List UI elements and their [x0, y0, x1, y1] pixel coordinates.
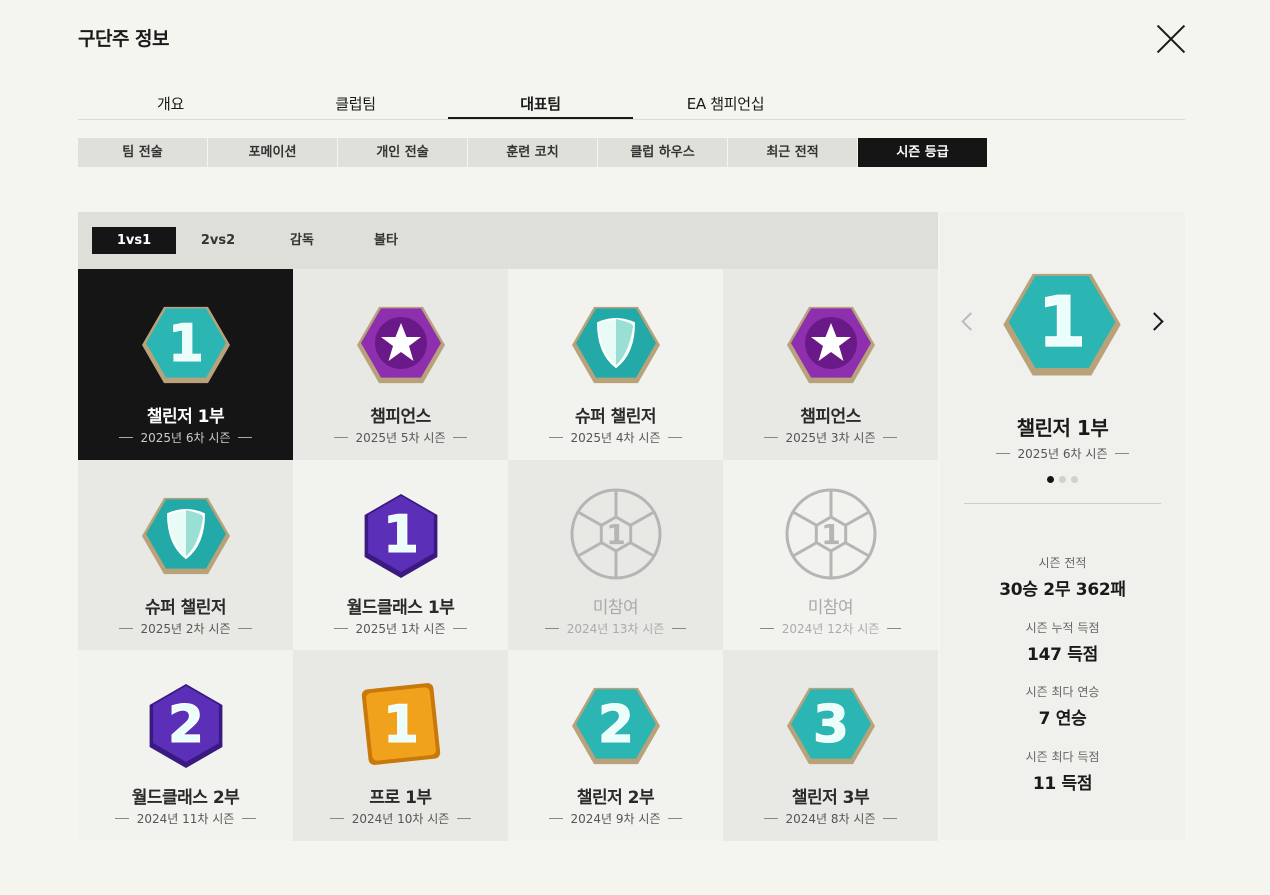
rank-name: 미참여 [807, 597, 854, 618]
svg-text:1: 1 [382, 695, 418, 755]
rank-badge-icon [356, 306, 445, 384]
sub-tabs: 팀 전술 포메이션 개인 전술 훈련 코치 클럽 하우스 최근 전적 시즌 등급 [78, 138, 988, 167]
divider [964, 503, 1161, 504]
season-grid-panel: 1vs1 2vs2 감독 볼타 1 챌린저 1부 2025년 6차 시즌 챔피언… [78, 212, 938, 841]
season-card[interactable]: 1 월드클래스 1부 2025년 1차 시즌 [293, 459, 508, 650]
carousel-dot[interactable] [1071, 476, 1078, 483]
season-grid: 1 챌린저 1부 2025년 6차 시즌 챔피언스 2025년 5차 시즌 슈퍼… [78, 269, 938, 841]
rank-badge-icon: 2 [571, 687, 660, 765]
season-label: 2025년 3차 시즌 [723, 429, 938, 446]
mode-2vs2[interactable]: 2vs2 [176, 227, 260, 254]
season-card[interactable]: 1 미참여 2024년 12차 시즌 [723, 459, 938, 650]
stat-win-streak: 시즌 최다 연승 7 연승 [1025, 685, 1100, 729]
season-label: 2025년 6차 시즌 [78, 429, 293, 446]
rank-name: 미참여 [592, 597, 639, 618]
season-label: 2025년 2차 시즌 [78, 620, 293, 637]
rank-badge-icon: 3 [786, 687, 875, 765]
svg-text:1: 1 [1038, 283, 1086, 363]
tab-ea-championship[interactable]: EA 챔피언십 [633, 90, 818, 119]
rank-badge-icon: 1 [570, 488, 661, 579]
mode-volta[interactable]: 볼타 [344, 227, 428, 254]
mode-manager[interactable]: 감독 [260, 227, 344, 254]
season-label: 2024년 13차 시즌 [508, 620, 723, 637]
season-card[interactable]: 슈퍼 챌린저 2025년 2차 시즌 [78, 459, 293, 650]
svg-text:2: 2 [597, 695, 633, 755]
svg-text:1: 1 [167, 314, 203, 374]
owner-info-page: 구단주 정보 개요 클럽팀 대표팀 EA 챔피언십 팀 전술 포메이션 개인 전… [0, 0, 1270, 895]
rank-badge-icon: 1 [785, 488, 876, 579]
season-card[interactable]: 2 월드클래스 2부 2024년 11차 시즌 [78, 650, 293, 841]
mode-1vs1[interactable]: 1vs1 [92, 227, 176, 254]
rank-badge-icon: 1 [364, 493, 437, 578]
main-tabs: 개요 클럽팀 대표팀 EA 챔피언십 [78, 90, 1185, 120]
season-detail-panel: 1 챌린저 1부 2025년 6차 시즌 시즌 전적 30승 2무 362패 시… [940, 212, 1185, 840]
tab-club-team[interactable]: 클럽팀 [263, 90, 448, 119]
stat-season-record: 시즌 전적 30승 2무 362패 [999, 556, 1126, 600]
carousel-dots [940, 476, 1185, 483]
season-label: 2024년 9차 시즌 [508, 810, 723, 827]
svg-text:1: 1 [821, 518, 840, 551]
rank-name: 슈퍼 챌린저 [574, 407, 657, 427]
season-label: 2024년 11차 시즌 [78, 810, 293, 827]
subtab-season-rank[interactable]: 시즌 등급 [858, 138, 988, 167]
rank-badge-icon: 1 [141, 306, 230, 384]
svg-text:3: 3 [812, 695, 848, 755]
season-label: 2025년 4차 시즌 [508, 429, 723, 446]
tab-overview[interactable]: 개요 [78, 90, 263, 119]
season-label: 2025년 1차 시즌 [293, 620, 508, 637]
rank-badge-icon: 1 [1003, 273, 1121, 376]
carousel-dot[interactable] [1047, 476, 1054, 483]
detail-season-label: 2025년 6차 시즌 [940, 445, 1185, 462]
subtab-training-coach[interactable]: 훈련 코치 [468, 138, 598, 167]
rank-name: 월드클래스 2부 [131, 788, 240, 808]
rank-badge-icon: 2 [149, 684, 222, 768]
season-card[interactable]: 1 챌린저 1부 2025년 6차 시즌 [78, 269, 293, 460]
rank-badge-icon [141, 497, 230, 574]
subtab-individual-tactics[interactable]: 개인 전술 [338, 138, 468, 167]
rank-name: 챌린저 3부 [791, 788, 870, 808]
stat-season-goals: 시즌 누적 득점 147 득점 [1025, 621, 1100, 665]
rank-badge-icon [786, 306, 875, 384]
svg-text:1: 1 [382, 505, 418, 565]
rank-badge-icon [571, 306, 660, 384]
rank-badge-icon: 1 [361, 683, 440, 765]
mode-tabs: 1vs1 2vs2 감독 볼타 [78, 212, 938, 269]
season-card[interactable]: 슈퍼 챌린저 2025년 4차 시즌 [508, 269, 723, 460]
rank-name: 챔피언스 [370, 407, 431, 427]
subtab-team-tactics[interactable]: 팀 전술 [78, 138, 208, 167]
season-label: 2024년 12차 시즌 [723, 620, 938, 637]
subtab-formation[interactable]: 포메이션 [208, 138, 338, 167]
rank-name: 챔피언스 [800, 407, 861, 427]
subtab-club-house[interactable]: 클럽 하우스 [598, 138, 728, 167]
close-icon[interactable] [1156, 24, 1186, 54]
subtab-recent-record[interactable]: 최근 전적 [728, 138, 858, 167]
rank-name: 챌린저 2부 [576, 788, 655, 808]
season-card[interactable]: 1 미참여 2024년 13차 시즌 [508, 459, 723, 650]
stat-max-goals: 시즌 최다 득점 11 득점 [1025, 750, 1100, 794]
svg-text:1: 1 [606, 518, 625, 551]
carousel-dot[interactable] [1059, 476, 1066, 483]
prev-arrow-icon[interactable] [958, 310, 974, 334]
rank-name: 프로 1부 [369, 788, 432, 808]
season-card[interactable]: 1 프로 1부 2024년 10차 시즌 [293, 650, 508, 841]
svg-text:2: 2 [167, 695, 203, 755]
rank-name: 챌린저 1부 [146, 407, 225, 427]
season-label: 2024년 8차 시즌 [723, 810, 938, 827]
season-label: 2024년 10차 시즌 [293, 810, 508, 827]
rank-name: 슈퍼 챌린저 [144, 597, 227, 618]
page-title: 구단주 정보 [78, 28, 170, 50]
season-card[interactable]: 2 챌린저 2부 2024년 9차 시즌 [508, 650, 723, 841]
season-card[interactable]: 챔피언스 2025년 5차 시즌 [293, 269, 508, 460]
rank-name: 월드클래스 1부 [346, 597, 455, 618]
tab-national-team[interactable]: 대표팀 [448, 90, 633, 119]
season-label: 2025년 5차 시즌 [293, 429, 508, 446]
next-arrow-icon[interactable] [1148, 310, 1164, 334]
detail-rank-name: 챌린저 1부 [1016, 416, 1109, 440]
season-card[interactable]: 3 챌린저 3부 2024년 8차 시즌 [723, 650, 938, 841]
season-card[interactable]: 챔피언스 2025년 3차 시즌 [723, 269, 938, 460]
